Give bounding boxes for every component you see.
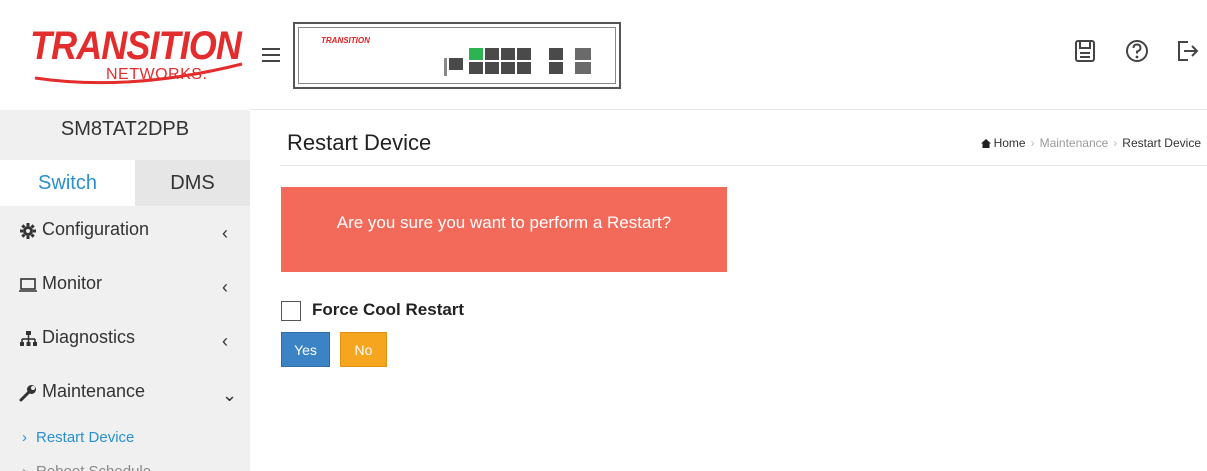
sfp-port	[575, 48, 591, 60]
sidebar-item-label: Diagnostics	[42, 327, 136, 347]
alert-message: Are you sure you want to perform a Resta…	[336, 213, 672, 232]
breadcrumb: Home › Maintenance › Restart Device	[980, 136, 1201, 150]
port	[501, 48, 515, 60]
sidebar-subitem-label: Reboot Schedule	[36, 463, 151, 471]
chevron-left-icon: ‹	[222, 223, 228, 243]
home-icon	[980, 139, 991, 148]
port	[517, 62, 531, 74]
port	[485, 62, 499, 74]
device-name: SM8TAT2DPB	[60, 118, 190, 140]
sidebar-item-maintenance[interactable]: Maintenance ⌄	[0, 368, 250, 422]
sidebar-item-monitor[interactable]: Monitor ‹	[0, 260, 250, 314]
device-brand-label: TRANSITION	[321, 36, 370, 45]
chevron-left-icon: ‹	[222, 277, 228, 297]
restart-confirm-alert: Are you sure you want to perform a Resta…	[281, 187, 727, 272]
help-icon[interactable]	[1124, 38, 1150, 64]
port	[449, 58, 463, 70]
save-icon[interactable]	[1072, 38, 1098, 64]
sidebar-subitem-restart-device[interactable]: › Restart Device	[0, 426, 250, 450]
force-cool-restart-checkbox[interactable]	[281, 301, 301, 321]
menu-toggle-icon[interactable]	[262, 48, 280, 64]
port-active	[469, 48, 483, 60]
sidebar-item-diagnostics[interactable]: Diagnostics ‹	[0, 314, 250, 368]
logo[interactable]: TRANSITION NETWORKS.	[0, 0, 250, 110]
port	[485, 48, 499, 60]
breadcrumb-section[interactable]: Maintenance	[1040, 136, 1109, 150]
sidebar: SM8TAT2DPB Switch DMS Configuration ‹ Mo…	[0, 110, 250, 471]
sidebar-item-label: Maintenance	[42, 381, 146, 401]
tab-dms[interactable]: DMS	[135, 160, 250, 206]
port	[501, 62, 515, 74]
port	[469, 62, 483, 74]
logo-wordmark: TRANSITION	[30, 24, 242, 68]
sidebar-subitem-reboot-schedule[interactable]: › Reboot Schedule	[0, 460, 250, 471]
logout-icon[interactable]	[1174, 38, 1200, 64]
breadcrumb-home[interactable]: Home	[994, 136, 1026, 150]
wrench-icon	[19, 385, 36, 402]
chevron-down-icon: ⌄	[222, 385, 238, 405]
breadcrumb-current: Restart Device	[1122, 136, 1201, 150]
breadcrumb-separator: ›	[1030, 136, 1035, 150]
sidebar-item-label: Monitor	[42, 273, 103, 293]
gear-icon	[20, 223, 36, 239]
app-root: TRANSITION NETWORKS. TRANSITION SM8TAT2D…	[0, 0, 1207, 471]
chevron-right-icon: ›	[22, 429, 27, 446]
port	[549, 62, 563, 74]
sidebar-tabs: Switch DMS	[0, 160, 250, 206]
chevron-left-icon: ‹	[222, 331, 228, 351]
logo-subtext: NETWORKS.	[106, 66, 208, 83]
page-title: Restart Device	[287, 130, 432, 155]
device-front-panel: TRANSITION	[293, 22, 621, 89]
port	[517, 48, 531, 60]
laptop-icon	[19, 278, 37, 292]
sidebar-subitem-label: Restart Device	[36, 429, 135, 446]
header: TRANSITION NETWORKS. TRANSITION	[0, 0, 1207, 110]
sitemap-icon	[20, 331, 37, 346]
breadcrumb-separator: ›	[1113, 136, 1118, 150]
no-button[interactable]: No	[340, 332, 387, 367]
sfp-port	[575, 62, 591, 74]
force-cool-restart-label: Force Cool Restart	[312, 300, 465, 319]
tab-switch[interactable]: Switch	[0, 160, 135, 206]
title-divider	[280, 165, 1207, 166]
yes-button[interactable]: Yes	[281, 332, 330, 367]
sidebar-item-configuration[interactable]: Configuration ‹	[0, 206, 250, 260]
port	[549, 48, 563, 60]
chevron-right-icon: ›	[22, 463, 27, 471]
port-indicator	[444, 58, 447, 76]
sidebar-item-label: Configuration	[42, 219, 150, 239]
